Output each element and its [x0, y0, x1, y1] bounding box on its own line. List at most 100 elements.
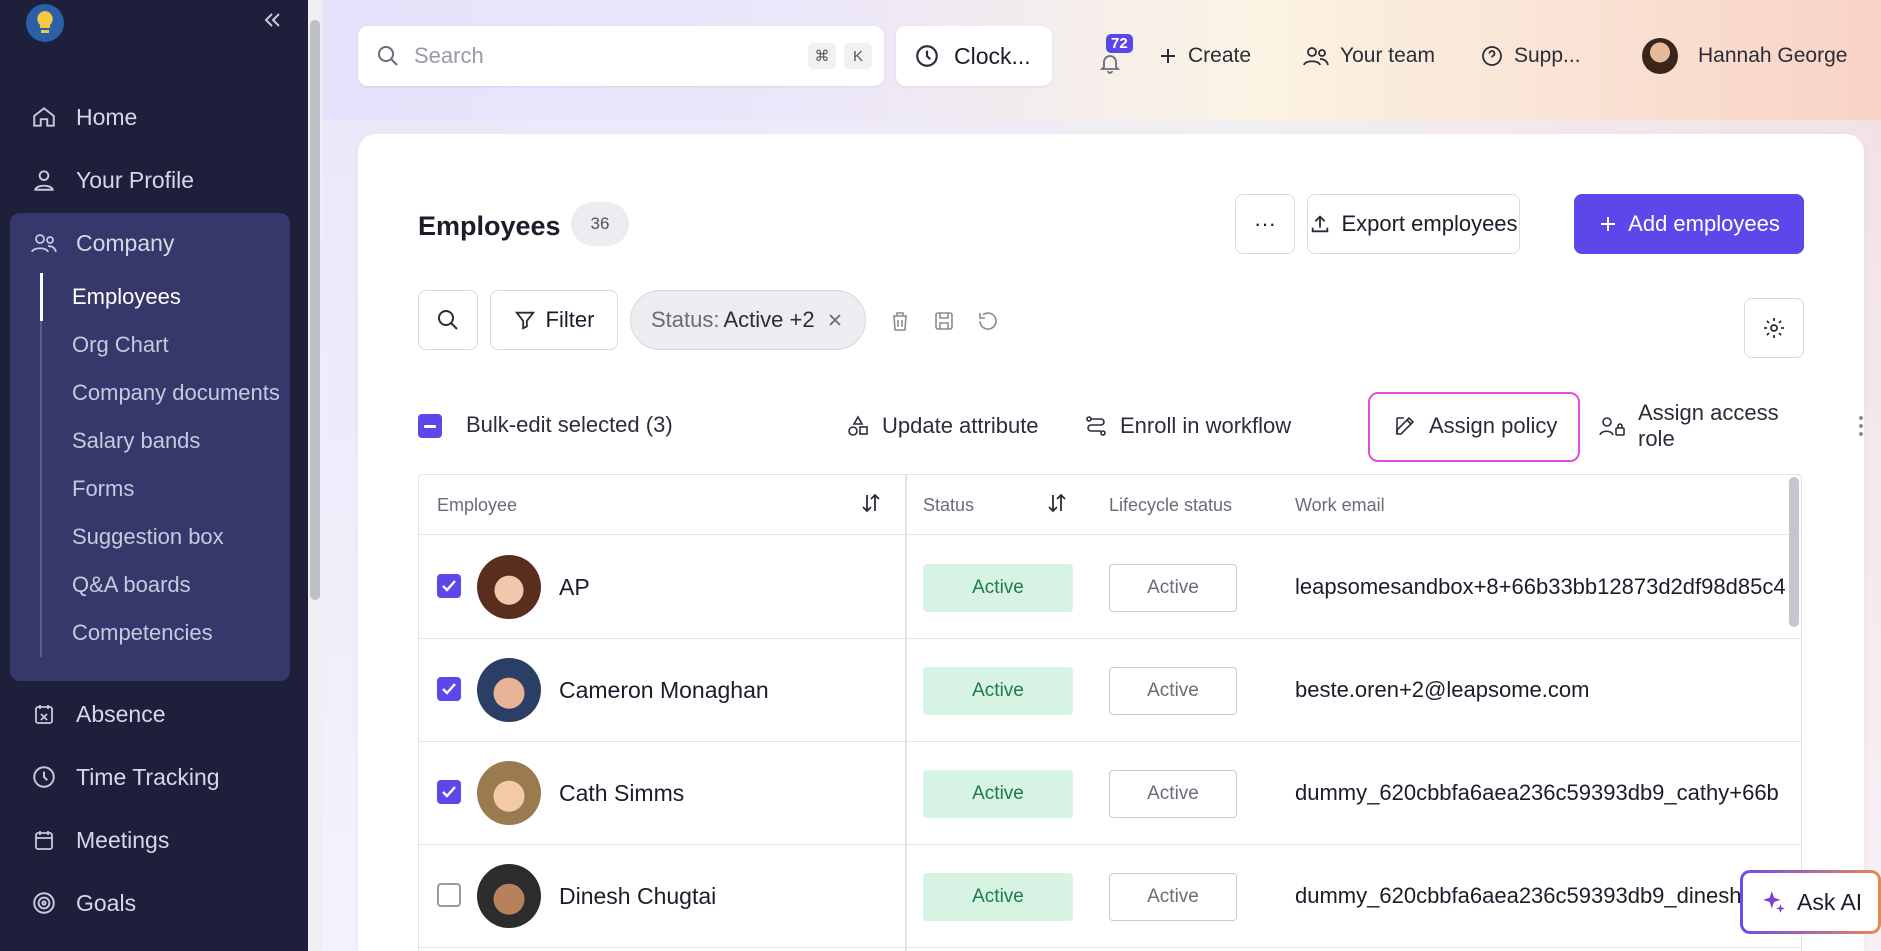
lifecycle-badge: Active — [1109, 667, 1237, 715]
page-title: Employees — [418, 211, 561, 241]
subnav-qa-boards[interactable]: Q&A boards — [72, 570, 191, 600]
sort-icon[interactable] — [1045, 491, 1069, 515]
chip-key: Status: — [651, 307, 720, 332]
row-checkbox[interactable] — [437, 677, 461, 701]
enroll-workflow-button[interactable]: Enroll in workflow — [1084, 410, 1291, 442]
sparkle-icon — [1761, 889, 1787, 915]
table-row[interactable]: Dinesh Chugtai Active Active dummy_620cb… — [419, 845, 1801, 948]
workflow-icon — [1084, 414, 1108, 438]
clock-icon — [30, 763, 58, 791]
assign-policy-button[interactable]: Assign policy — [1393, 410, 1557, 442]
search-input[interactable] — [414, 43, 774, 69]
company-group: Company Employees Org Chart Company docu… — [10, 213, 290, 681]
reset-icon[interactable] — [976, 308, 1002, 334]
subnav-org-chart[interactable]: Org Chart — [72, 330, 169, 360]
save-view-icon[interactable] — [932, 308, 958, 334]
sort-icon[interactable] — [859, 491, 883, 515]
support-button[interactable]: Supp... — [1480, 40, 1581, 72]
row-checkbox[interactable] — [437, 780, 461, 804]
subnav-forms[interactable]: Forms — [72, 474, 134, 504]
notifications-button[interactable]: 72 — [1092, 34, 1133, 78]
table-search-button[interactable] — [418, 290, 478, 350]
close-icon[interactable] — [827, 312, 843, 328]
calendar-icon — [30, 826, 58, 854]
your-team-button[interactable]: Your team — [1302, 40, 1435, 72]
clock-in-button[interactable]: Clock... — [896, 26, 1052, 86]
employee-name[interactable]: Cath Simms — [559, 780, 684, 807]
table-header: Employee Status Lifecycle status Work em… — [419, 475, 1801, 535]
home-icon — [30, 103, 58, 131]
people-icon — [30, 229, 58, 257]
status-badge: Active — [923, 564, 1073, 612]
nav-label: Your Profile — [76, 166, 195, 193]
nav-meetings[interactable]: Meetings — [30, 825, 169, 855]
top-bar: ⌘ K Clock... 72 Create Your team Supp...… — [358, 26, 1858, 86]
nav-your-profile[interactable]: Your Profile — [30, 165, 194, 195]
table-settings-button[interactable] — [1744, 298, 1804, 358]
create-label: Create — [1188, 44, 1252, 67]
nav-goals[interactable]: Goals — [30, 888, 136, 918]
work-email: dummy_620cbbfa6aea236c59393db9_dinesh — [1295, 883, 1742, 908]
shortcut-key: K — [844, 43, 872, 69]
user-name: Hannah George — [1698, 44, 1848, 67]
nav-label: Goals — [76, 889, 137, 916]
clock-icon — [914, 43, 940, 69]
collapse-sidebar-icon[interactable] — [262, 10, 282, 30]
ask-ai-label: Ask AI — [1797, 888, 1863, 915]
user-avatar[interactable] — [1642, 38, 1678, 74]
avatar — [477, 864, 541, 928]
ask-ai-button[interactable]: Ask AI — [1740, 870, 1881, 934]
table-scrollbar[interactable] — [1789, 477, 1799, 627]
employee-name[interactable]: AP — [559, 574, 590, 601]
table-row[interactable]: Cameron Monaghan Active Active beste.ore… — [419, 639, 1801, 742]
create-button[interactable]: Create — [1158, 40, 1251, 72]
status-filter-chip[interactable]: Status: Active +2 — [630, 290, 866, 350]
header-employee[interactable]: Employee — [437, 495, 517, 516]
work-email: dummy_620cbbfa6aea236c59393db9_cathy+66b — [1295, 780, 1779, 805]
add-employees-button[interactable]: Add employees — [1574, 194, 1804, 254]
avatar — [477, 658, 541, 722]
export-label: Export employees — [1341, 211, 1518, 236]
more-options-button[interactable]: ··· — [1235, 194, 1295, 254]
filter-icon — [514, 309, 536, 331]
header-status[interactable]: Status — [923, 495, 974, 516]
subnav-employees[interactable]: Employees — [72, 282, 181, 312]
employee-name[interactable]: Dinesh Chugtai — [559, 883, 716, 910]
subnav-suggestion-box[interactable]: Suggestion box — [72, 522, 224, 552]
shortcut-cmd: ⌘ — [808, 43, 836, 69]
status-badge: Active — [923, 770, 1073, 818]
nav-time-tracking[interactable]: Time Tracking — [30, 762, 220, 792]
table-row[interactable]: Cath Simms Active Active dummy_620cbbfa6… — [419, 742, 1801, 845]
assign-access-role-label: Assign access role — [1638, 400, 1779, 451]
assign-access-role-button[interactable]: Assign access role — [1598, 400, 1808, 451]
header-work-email[interactable]: Work email — [1295, 495, 1385, 516]
export-employees-button[interactable]: Export employees — [1307, 194, 1520, 254]
employees-table: Employee Status Lifecycle status Work em… — [418, 474, 1802, 951]
nav-absence[interactable]: Absence — [30, 699, 166, 729]
search-icon — [436, 308, 460, 332]
app-logo[interactable] — [26, 4, 64, 42]
global-search[interactable]: ⌘ K — [358, 26, 884, 86]
table-row[interactable]: AP Active Active leapsomesandbox+8+66b33… — [419, 536, 1801, 639]
search-icon — [376, 44, 400, 68]
sidebar-scrollbar[interactable] — [310, 20, 320, 600]
subnav-company-documents[interactable]: Company documents — [72, 378, 280, 408]
subnav-competencies[interactable]: Competencies — [72, 618, 213, 648]
update-attribute-button[interactable]: Update attribute — [846, 410, 1039, 442]
user-menu[interactable]: Hannah George — [1698, 40, 1847, 72]
filter-button[interactable]: Filter — [490, 290, 618, 350]
more-actions-icon[interactable] — [1858, 414, 1868, 438]
employee-name[interactable]: Cameron Monaghan — [559, 677, 769, 704]
edit-icon — [1393, 414, 1417, 438]
header-lifecycle[interactable]: Lifecycle status — [1109, 495, 1232, 516]
target-icon — [30, 889, 58, 917]
chip-value: Active +2 — [723, 307, 815, 332]
nav-home[interactable]: Home — [30, 102, 137, 132]
bulk-select-checkbox[interactable] — [418, 414, 442, 438]
trash-icon[interactable] — [888, 308, 914, 334]
row-checkbox[interactable] — [437, 574, 461, 598]
row-checkbox[interactable] — [437, 883, 461, 907]
nav-company[interactable]: Company — [30, 228, 174, 258]
submenu-active-indicator — [40, 273, 43, 321]
subnav-salary-bands[interactable]: Salary bands — [72, 426, 200, 456]
